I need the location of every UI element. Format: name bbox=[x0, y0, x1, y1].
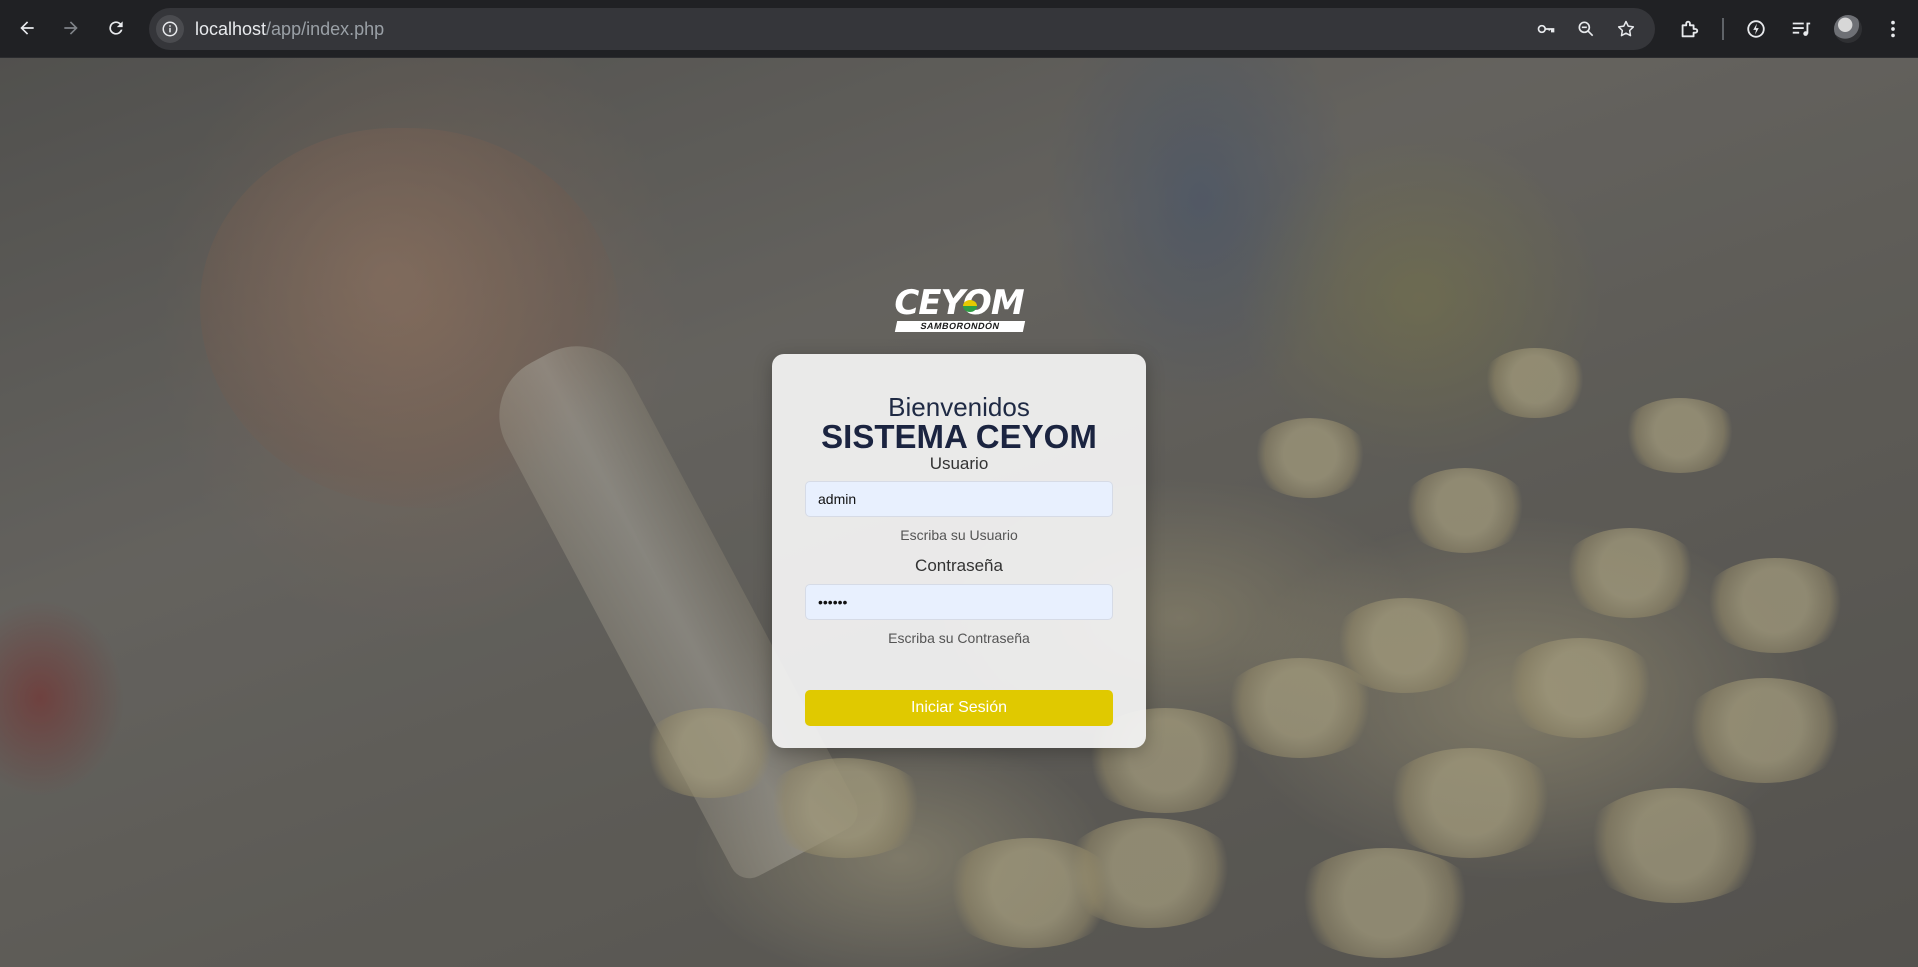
logo-name: CEYOM bbox=[894, 283, 1024, 323]
login-button[interactable]: Iniciar Sesión bbox=[805, 690, 1113, 726]
site-info-button[interactable] bbox=[156, 15, 184, 43]
reload-button[interactable] bbox=[101, 13, 131, 43]
forward-button[interactable] bbox=[56, 13, 86, 43]
logo-emblem-icon bbox=[963, 300, 977, 312]
password-input[interactable] bbox=[805, 584, 1113, 620]
url-text[interactable]: localhost/app/index.php bbox=[195, 19, 384, 39]
system-title: SISTEMA CEYOM bbox=[821, 418, 1097, 455]
reload-icon bbox=[109, 21, 123, 35]
browser-menu-button[interactable] bbox=[1879, 15, 1907, 43]
arrow-left-icon bbox=[20, 21, 34, 35]
profile-avatar[interactable] bbox=[1834, 15, 1862, 43]
logo-subtitle: SAMBORONDÓN bbox=[894, 321, 1026, 332]
password-label: Contraseña bbox=[915, 556, 1003, 575]
password-help: Escriba su Contraseña bbox=[888, 630, 1030, 646]
login-card: Bienvenidos SISTEMA CEYOM Usuario Escrib… bbox=[772, 354, 1146, 748]
ceyom-logo: CEYOM SAMBORONDÓN bbox=[890, 283, 1028, 332]
key-icon bbox=[1537, 24, 1555, 34]
bookmark-button[interactable] bbox=[1614, 17, 1638, 41]
playlist-icon bbox=[1792, 22, 1811, 36]
login-page: CEYOM SAMBORONDÓN Bienvenidos SISTEMA CE… bbox=[0, 58, 1918, 967]
zoom-button[interactable] bbox=[1574, 17, 1598, 41]
extensions-button[interactable] bbox=[1675, 15, 1703, 43]
username-input[interactable] bbox=[805, 481, 1113, 517]
back-button[interactable] bbox=[12, 13, 42, 43]
more-vertical-icon bbox=[1891, 20, 1895, 38]
browser-toolbar: localhost/app/index.php bbox=[0, 0, 1918, 58]
performance-button[interactable] bbox=[1742, 15, 1770, 43]
password-manager-button[interactable] bbox=[1534, 17, 1558, 41]
url-host: localhost bbox=[195, 19, 267, 39]
zoom-out-icon bbox=[1578, 21, 1594, 37]
arrow-right-icon bbox=[64, 21, 78, 35]
star-icon bbox=[1617, 20, 1635, 37]
url-path: /app/index.php bbox=[266, 19, 385, 39]
puzzle-icon bbox=[1681, 20, 1699, 38]
toolbar-divider bbox=[1722, 18, 1724, 40]
address-bar[interactable]: localhost/app/index.php bbox=[149, 8, 1655, 50]
username-label: Usuario bbox=[929, 454, 989, 473]
speed-icon bbox=[1747, 20, 1765, 38]
media-controls-button[interactable] bbox=[1787, 15, 1815, 43]
info-icon bbox=[162, 21, 178, 37]
username-help: Escriba su Usuario bbox=[900, 527, 1018, 543]
